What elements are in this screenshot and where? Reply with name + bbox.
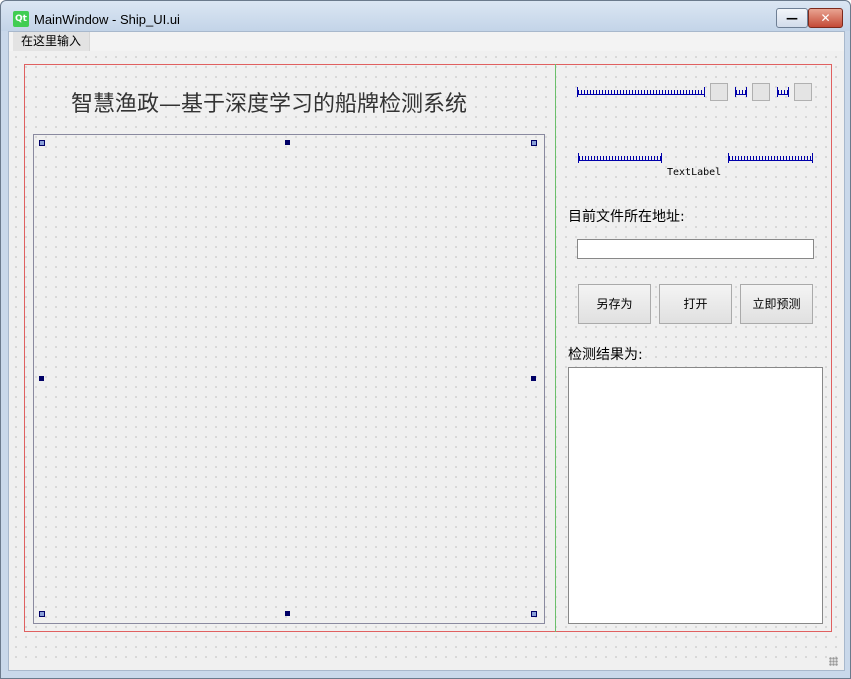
placeholder-widget <box>752 83 770 101</box>
resize-handle[interactable] <box>531 140 537 146</box>
menu-placeholder[interactable]: 在这里输入 <box>13 32 91 51</box>
result-text-area[interactable] <box>568 367 823 624</box>
close-icon: ✕ <box>820 11 831 25</box>
resize-handle[interactable] <box>39 611 45 617</box>
image-info-label: TextLabel <box>667 167 722 178</box>
image-display-area <box>33 134 545 624</box>
main-window: Qt MainWindow - Ship_UI.ui — ✕ 在这里输入 智慧渔… <box>0 0 851 679</box>
open-button[interactable]: 打开 <box>659 284 732 324</box>
design-canvas: 智慧渔政—基于深度学习的船牌检测系统 TextLabel 目前文件所在地址: 另… <box>11 52 842 664</box>
resize-handle[interactable] <box>285 140 290 145</box>
horizontal-spacer <box>577 87 705 97</box>
predict-button[interactable]: 立即预测 <box>740 284 813 324</box>
page-title: 智慧渔政—基于深度学习的船牌检测系统 <box>71 92 468 117</box>
resize-handle[interactable] <box>531 611 537 617</box>
title-bar[interactable]: Qt MainWindow - Ship_UI.ui — ✕ <box>1 1 850 31</box>
save-as-button[interactable]: 另存为 <box>578 284 651 324</box>
minimize-button[interactable]: — <box>776 8 808 28</box>
resize-handle[interactable] <box>39 376 44 381</box>
horizontal-spacer <box>728 153 813 163</box>
horizontal-spacer <box>777 87 789 97</box>
placeholder-widget <box>794 83 812 101</box>
result-label: 检测结果为: <box>568 347 643 363</box>
horizontal-spacer <box>578 153 662 163</box>
close-button[interactable]: ✕ <box>808 8 843 28</box>
size-grip-icon[interactable] <box>829 657 838 666</box>
placeholder-widget <box>710 83 728 101</box>
qt-app-icon: Qt <box>13 11 29 27</box>
path-label: 目前文件所在地址: <box>568 209 685 225</box>
horizontal-spacer <box>735 87 747 97</box>
resize-handle[interactable] <box>285 611 290 616</box>
window-title: MainWindow - Ship_UI.ui <box>34 12 180 27</box>
menu-bar: 在这里输入 <box>9 32 844 51</box>
client-area: 在这里输入 智慧渔政—基于深度学习的船牌检测系统 TextLabel 目前文件所… <box>8 31 845 671</box>
minimize-icon: — <box>786 11 798 25</box>
resize-handle[interactable] <box>39 140 45 146</box>
file-path-field[interactable] <box>577 239 814 259</box>
resize-handle[interactable] <box>531 376 536 381</box>
splitter-line <box>555 64 556 632</box>
